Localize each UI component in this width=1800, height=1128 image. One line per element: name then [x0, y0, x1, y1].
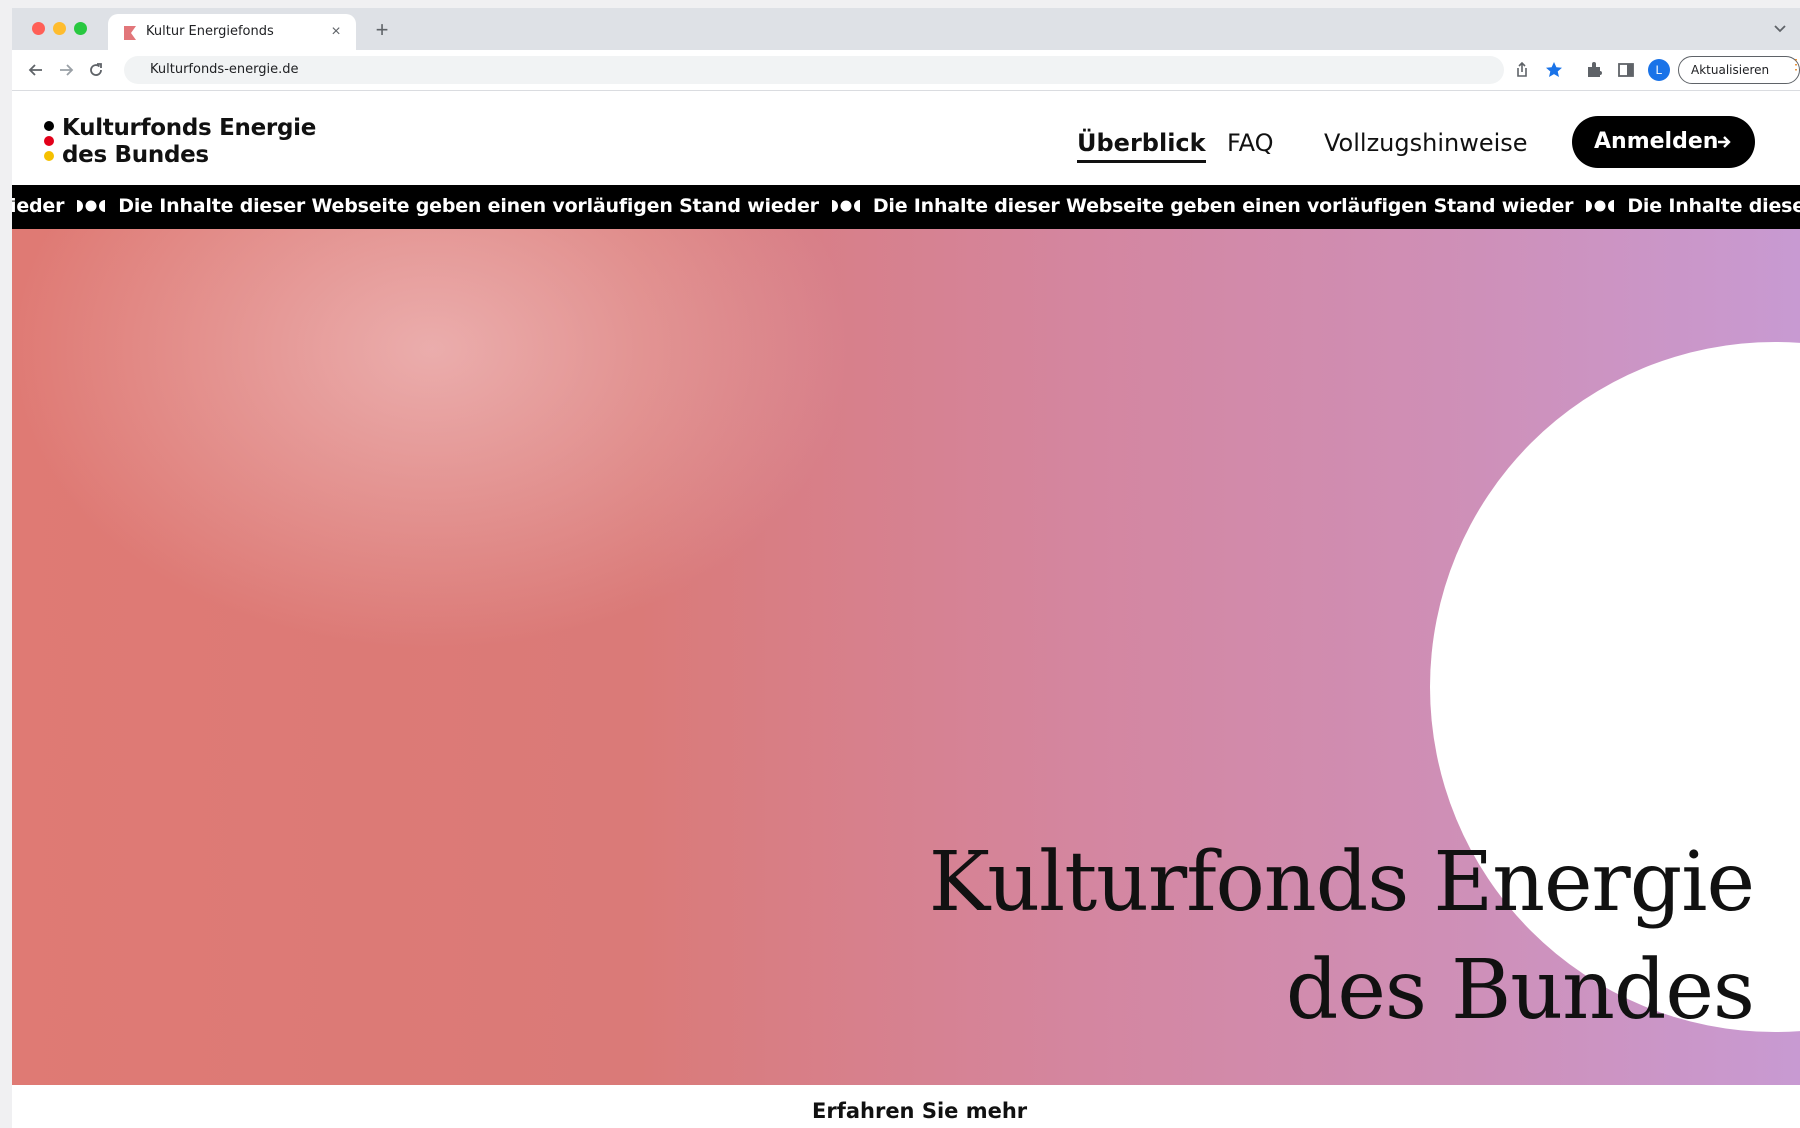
ticker-text: Die Inhalte dieser Webseite geben einen … [1627, 195, 1800, 217]
update-label: Aktualisieren [1691, 63, 1770, 77]
back-arrow-icon[interactable] [26, 60, 46, 80]
learn-more-link[interactable]: Erfahren Sie mehr [812, 1099, 1027, 1123]
close-window-button[interactable] [32, 22, 45, 35]
ticker-track: ieder Die Inhalte dieser Webseite geben … [12, 195, 1800, 217]
site-logo-line1[interactable]: Kulturfonds Energie [62, 115, 316, 141]
browser-toolbar: Kulturfonds-energie.de L Aktualisieren ⋮ [12, 50, 1800, 91]
ticker-separator-icon [1586, 200, 1615, 212]
ticker-text: Die Inhalte dieser Webseite geben einen … [118, 195, 819, 217]
nav-ueberblick[interactable]: Überblick [1077, 129, 1206, 163]
anmelden-button[interactable]: Anmelden [1572, 116, 1755, 168]
update-button[interactable]: Aktualisieren ⋮ [1678, 56, 1800, 84]
ticker-separator-icon [77, 200, 106, 212]
address-bar[interactable] [124, 56, 1504, 84]
tab-strip: Kultur Energiefonds × + [12, 8, 1800, 50]
chevron-down-icon[interactable] [1770, 18, 1790, 38]
forward-arrow-icon[interactable] [56, 60, 76, 80]
arrow-right-icon [1718, 136, 1731, 148]
minimize-window-button[interactable] [53, 22, 66, 35]
ticker-text: ieder [12, 195, 65, 217]
tab-close-icon[interactable]: × [326, 22, 346, 42]
hero-section: Kulturfonds Energie des Bundes [12, 229, 1800, 1085]
ticker-text: Die Inhalte dieser Webseite geben einen … [872, 195, 1574, 217]
ticker-separator-icon [831, 200, 860, 212]
new-tab-button[interactable]: + [370, 18, 394, 42]
logo-dot-black [44, 121, 54, 131]
site-logo-line2[interactable]: des Bundes [62, 142, 209, 168]
extensions-icon[interactable] [1584, 60, 1604, 80]
maximize-window-button[interactable] [74, 22, 87, 35]
tab-title: Kultur Energiefonds [146, 24, 274, 39]
more-section: Erfahren Sie mehr [12, 1085, 1800, 1128]
logo-dot-red [44, 136, 54, 146]
browser-window: Kultur Energiefonds × + Kulturfonds-ener… [12, 8, 1800, 1128]
notice-ticker: ieder Die Inhalte dieser Webseite geben … [12, 185, 1800, 229]
logo-dot-gold [44, 151, 54, 161]
reload-icon[interactable] [86, 60, 106, 80]
share-icon[interactable] [1512, 60, 1532, 80]
url-text[interactable]: Kulturfonds-energie.de [150, 62, 299, 77]
nav-faq[interactable]: FAQ [1227, 129, 1274, 157]
site-favicon-icon [124, 26, 136, 40]
star-icon[interactable] [1544, 60, 1564, 80]
browser-tab[interactable]: Kultur Energiefonds × [108, 14, 356, 50]
sidepanel-icon[interactable] [1616, 60, 1636, 80]
anmelden-label: Anmelden [1594, 129, 1719, 154]
site-header: Kulturfonds Energie des Bundes Überblick… [12, 91, 1800, 185]
hero-title-line1: Kulturfonds Energie [928, 835, 1755, 930]
profile-avatar[interactable]: L [1648, 59, 1670, 81]
nav-vollzugshinweise[interactable]: Vollzugshinweise [1324, 129, 1528, 157]
hero-title: Kulturfonds Energie des Bundes [928, 829, 1755, 1045]
more-menu-icon: ⋮ [1789, 56, 1800, 72]
hero-title-line2: des Bundes [1285, 943, 1755, 1038]
